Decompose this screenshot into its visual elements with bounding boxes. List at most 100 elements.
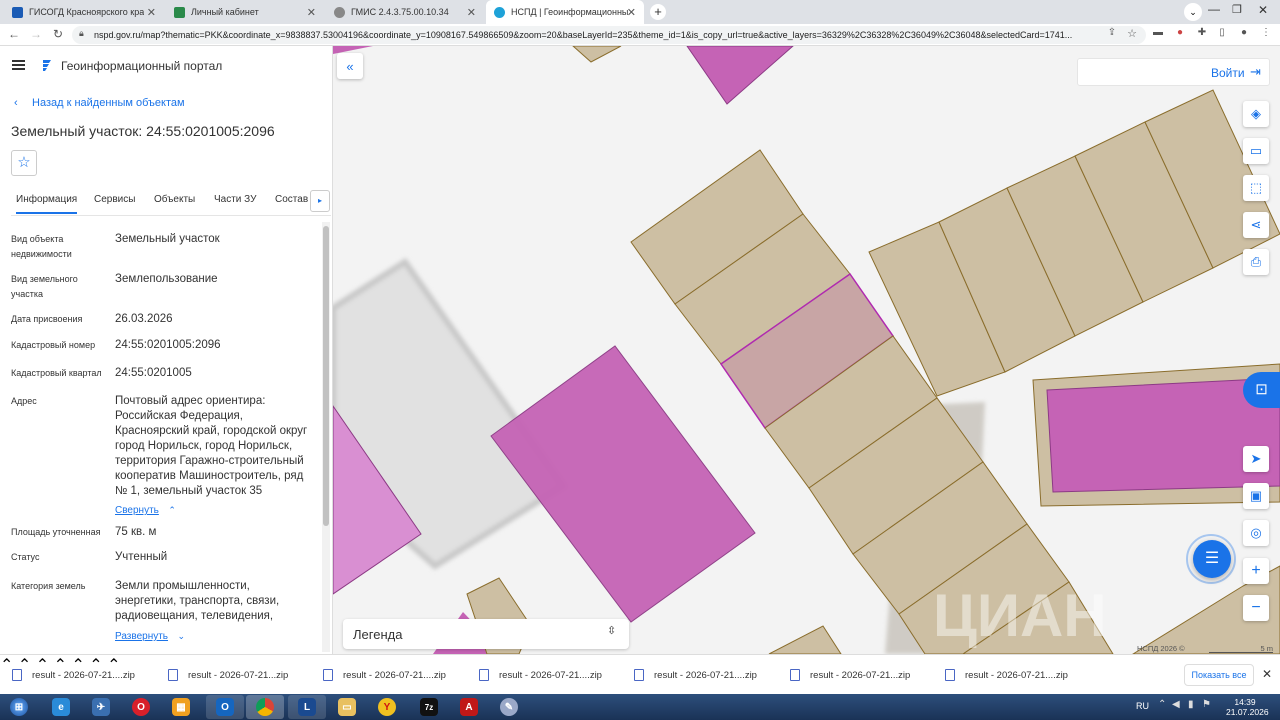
start-button[interactable]: ⊞ <box>0 695 38 719</box>
zoom-out-button[interactable]: − <box>1243 595 1269 621</box>
browser-tab-cabinet[interactable]: Личный кабинет ✕ <box>166 0 324 24</box>
field-value: Землепользование <box>115 273 218 285</box>
close-tab-icon[interactable]: ✕ <box>467 6 476 19</box>
field-label: Дата присвоения <box>11 314 83 324</box>
print-icon[interactable]: ⎙ <box>1243 249 1269 275</box>
tab-parts[interactable]: Части ЗУ <box>214 194 256 205</box>
collapse-link[interactable]: Свернуть <box>115 505 159 516</box>
extension-icon[interactable]: ▬ <box>1150 27 1166 38</box>
taskbar-7zip[interactable]: 7z <box>410 695 448 719</box>
download-item[interactable]: result - 2026-07-21....zip <box>12 655 135 695</box>
login-arrow-icon[interactable]: ⇥ <box>1250 64 1261 80</box>
extension-icon[interactable]: ● <box>1172 27 1188 38</box>
back-arrow-icon[interactable]: ← <box>6 27 22 41</box>
close-downloads-icon[interactable]: ✕ <box>1262 667 1272 681</box>
chat-icon[interactable]: ☰ <box>1193 540 1231 578</box>
taskbar-outlook[interactable]: O <box>206 695 244 719</box>
taskbar-app[interactable]: ▦ <box>162 695 200 719</box>
show-all-button[interactable]: Показать все <box>1184 664 1254 686</box>
minimize-icon[interactable]: — <box>1208 2 1220 16</box>
language-indicator[interactable]: RU <box>1136 701 1149 711</box>
taskbar-acrobat[interactable]: A <box>450 695 488 719</box>
expand-toggle[interactable]: Развернуть ⌄ <box>115 626 185 644</box>
share-icon[interactable]: ⇪ <box>1104 27 1120 38</box>
volume-icon[interactable]: ◀ <box>1172 699 1180 710</box>
clock[interactable]: 14:39 21.07.2026 <box>1226 697 1269 717</box>
download-item[interactable]: result - 2026-07-21....zip <box>323 655 446 695</box>
tab-composition[interactable]: Состав <box>275 194 308 205</box>
tabs-scroll-right-icon[interactable]: ▸ <box>310 190 330 212</box>
tab-search-icon[interactable]: ⌄ <box>1184 3 1202 21</box>
close-window-icon[interactable]: ✕ <box>1258 3 1268 17</box>
tray-expand-icon[interactable]: ⌃ <box>1158 699 1166 710</box>
navigate-icon[interactable]: ➤ <box>1243 446 1269 472</box>
collapse-panel-button[interactable]: « <box>337 53 363 79</box>
ruler-icon[interactable]: ▭ <box>1243 138 1269 164</box>
location-icon[interactable]: ◎ <box>1243 520 1269 546</box>
forward-arrow-icon[interactable]: → <box>28 27 44 41</box>
expand-link[interactable]: Развернуть <box>115 631 168 642</box>
map-view-icon[interactable]: ▣ <box>1243 483 1269 509</box>
watermark-logo: ЦИАН <box>933 582 1107 649</box>
tab-information[interactable]: Информация <box>16 194 78 214</box>
land-parcel[interactable] <box>768 625 842 654</box>
zone-polygon[interactable] <box>686 46 794 105</box>
zoom-in-button[interactable]: + <box>1243 558 1269 584</box>
flag-icon[interactable]: ⚑ <box>1202 699 1211 710</box>
profile-icon[interactable]: ● <box>1236 27 1252 38</box>
zip-file-icon <box>945 669 955 681</box>
download-item[interactable]: result - 2026-07-21....zip <box>479 655 602 695</box>
taskbar-opera[interactable]: O <box>122 695 160 719</box>
download-item[interactable]: result - 2026-07-21....zip <box>945 655 1068 695</box>
tab-objects[interactable]: Объекты <box>154 194 195 205</box>
collapse-toggle[interactable]: Свернуть ⌃ <box>115 500 176 518</box>
chevron-updown-icon[interactable]: ⇳ <box>607 624 616 637</box>
menu-dots-icon[interactable]: ⋮ <box>1258 27 1274 38</box>
downloads-bar: result - 2026-07-21....zip ⌃ result - 20… <box>0 654 1280 694</box>
sidepanel-icon[interactable]: ▯ <box>1214 27 1230 38</box>
browser-tab-nspd[interactable]: НСПД | Геоинформационный п ✕ <box>486 0 644 24</box>
taskbar-paint[interactable]: ✎ <box>490 695 528 719</box>
taskbar-ie[interactable]: e <box>42 695 80 719</box>
login-button[interactable]: Войти <box>1211 66 1245 80</box>
address-bar[interactable]: 🔒︎ nspd.gov.ru/map?thematic=PKK&coordina… <box>72 26 1146 44</box>
taskbar-app[interactable]: L <box>288 695 326 719</box>
land-parcel[interactable] <box>572 46 622 63</box>
scrollbar-thumb[interactable] <box>323 226 329 526</box>
taskbar-explorer[interactable]: ▭ <box>328 695 366 719</box>
close-tab-icon[interactable]: ✕ <box>147 6 156 19</box>
area-select-icon[interactable]: ⬚ <box>1243 175 1269 201</box>
download-item[interactable]: result - 2026-07-21....zip <box>634 655 757 695</box>
download-item[interactable]: result - 2026-07-21...zip <box>168 655 288 695</box>
panel-scrollbar[interactable] <box>322 222 330 652</box>
bookmark-star-icon[interactable]: ☆ <box>1124 27 1140 40</box>
tab-services[interactable]: Сервисы <box>94 194 135 205</box>
map-view[interactable]: ЦИАН « Войти ⇥ ◈ ▭ ⬚ ⋖ ⎙ ⊡ ➤ ▣ ◎ + − ☰ Л… <box>333 46 1280 654</box>
favorite-star-button[interactable]: ☆ <box>11 150 37 176</box>
puzzle-icon[interactable]: ✚ <box>1194 27 1210 38</box>
back-chevron-icon[interactable]: ‹ <box>14 97 18 109</box>
map-canvas[interactable]: ЦИАН <box>333 46 1280 654</box>
taskbar-chrome[interactable] <box>246 695 284 719</box>
zip-file-icon <box>12 669 22 681</box>
back-to-results-link[interactable]: Назад к найденным объектам <box>32 97 185 109</box>
close-tab-icon[interactable]: ✕ <box>627 6 636 19</box>
browser-tab-gisogd[interactable]: ГИСОГД Красноярского края ✕ <box>4 0 164 24</box>
hamburger-menu-icon[interactable] <box>12 60 25 70</box>
close-tab-icon[interactable]: ✕ <box>307 6 316 19</box>
side-widget-icon[interactable]: ⊡ <box>1243 372 1280 408</box>
taskbar-yandex[interactable]: Y <box>368 695 406 719</box>
maximize-icon[interactable]: ❐ <box>1232 3 1242 16</box>
legend-box[interactable]: Легенда ⇳ <box>343 619 629 649</box>
taskbar-app[interactable]: ✈ <box>82 695 120 719</box>
zone-polygon[interactable] <box>490 345 756 623</box>
new-tab-button[interactable]: + <box>650 4 666 20</box>
windows-logo-icon: ⊞ <box>10 698 28 716</box>
share-icon[interactable]: ⋖ <box>1243 212 1269 238</box>
download-item[interactable]: result - 2026-07-21...zip <box>790 655 910 695</box>
browser-tab-gmis[interactable]: ГМИС 2.4.3.75.00.10.34 ✕ <box>326 0 484 24</box>
reload-icon[interactable]: ↻ <box>50 27 66 41</box>
field-label: Адрес <box>11 396 37 406</box>
network-icon[interactable]: ▮ <box>1188 699 1194 710</box>
layers-icon[interactable]: ◈ <box>1243 101 1269 127</box>
